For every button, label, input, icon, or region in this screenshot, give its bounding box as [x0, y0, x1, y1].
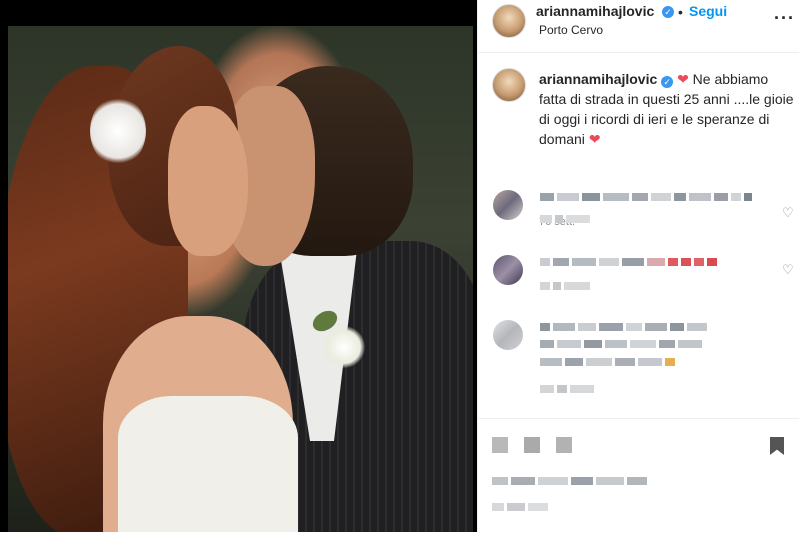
more-options-icon[interactable]: ···: [774, 8, 795, 29]
comment-pixelated-text-2: [540, 340, 702, 348]
verified-badge-icon: ✓: [662, 6, 674, 18]
photo-dress: [118, 396, 298, 532]
comment-avatar[interactable]: [493, 320, 523, 350]
comment-avatar[interactable]: [493, 190, 523, 220]
comment-pixelated-meta: [540, 282, 590, 290]
wedding-photo-image: [8, 26, 473, 532]
caption-avatar[interactable]: [492, 68, 526, 102]
caption-text: ariannamihajlovic ✓ ❤ Ne abbiamo fatta d…: [539, 69, 794, 149]
likes-pixelated-text: [492, 477, 647, 485]
boutonniere: [323, 326, 365, 368]
heart-outline-icon[interactable]: ♡: [782, 205, 794, 221]
comment-pixelated-text: [540, 193, 752, 201]
heart-emoji-icon: ❤: [677, 71, 689, 87]
comment-pixelated-meta: [540, 215, 590, 223]
post-location[interactable]: Porto Cervo: [539, 23, 603, 37]
bookmark-icon-pixelated[interactable]: [770, 437, 784, 455]
instagram-post: ariannamihajlovic ✓ • Segui Porto Cervo …: [0, 0, 799, 532]
separator-dot: •: [678, 4, 683, 20]
post-photo[interactable]: [0, 0, 477, 532]
action-icons-pixelated[interactable]: [492, 437, 572, 453]
heart-outline-icon[interactable]: ♡: [782, 262, 794, 278]
author-username[interactable]: ariannamihajlovic: [536, 3, 654, 19]
comment-avatar[interactable]: [493, 255, 523, 285]
photo-woman-face: [168, 106, 248, 256]
caption-verified-icon: ✓: [661, 76, 674, 88]
follow-button[interactable]: Segui: [689, 3, 727, 19]
post-header: ariannamihajlovic ✓ • Segui Porto Cervo …: [478, 0, 799, 53]
heart-emoji-icon-end: ❤: [588, 131, 601, 147]
comment-pixelated-meta: [540, 385, 594, 393]
post-actions-footer: [478, 418, 799, 533]
caption-username[interactable]: ariannamihajlovic: [539, 71, 657, 87]
date-pixelated-text: [492, 503, 548, 511]
comment-pixelated-text: [540, 258, 717, 266]
comment-pixelated-text-3: [540, 358, 675, 366]
author-avatar[interactable]: [492, 4, 526, 38]
post-sidebar: ariannamihajlovic ✓ • Segui Porto Cervo …: [477, 0, 799, 532]
comment-pixelated-text: [540, 323, 707, 331]
hair-flower: [90, 96, 146, 166]
